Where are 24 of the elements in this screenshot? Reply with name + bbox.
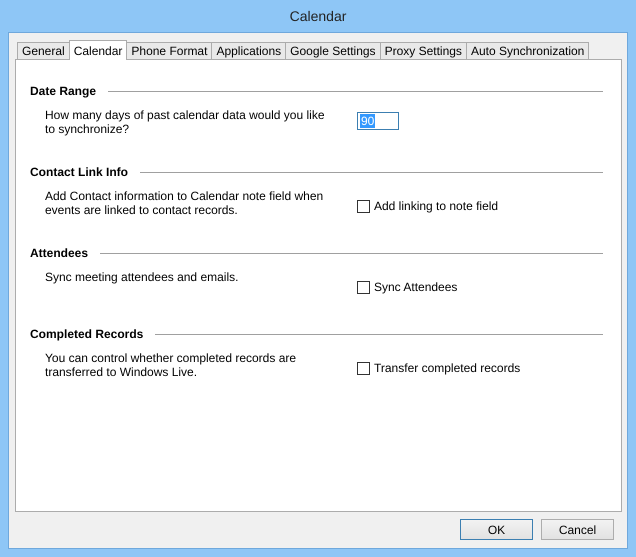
cancel-button[interactable]: Cancel (541, 519, 614, 540)
checkbox-label[interactable]: Add linking to note field (374, 199, 498, 213)
section-description: How many days of past calendar data would you like to synchronize? (45, 108, 326, 136)
tab[interactable]: Proxy Settings (380, 42, 467, 59)
section-description: Add Contact information to Calendar note field when events are linked to contact records. (45, 189, 324, 217)
section-heading: Attendees (30, 246, 88, 260)
tab[interactable]: Google Settings (285, 42, 381, 59)
checkbox-label[interactable]: Transfer completed records (374, 361, 520, 375)
tab[interactable]: Auto Synchronization (466, 42, 590, 59)
section-heading: Completed Records (30, 327, 144, 341)
tab[interactable]: Phone Format (126, 42, 212, 59)
checkbox[interactable] (357, 280, 370, 294)
section-heading: Date Range (30, 84, 96, 98)
ok-button[interactable]: OK (460, 519, 533, 540)
window-title: Calendar (290, 8, 346, 24)
checkbox[interactable] (357, 362, 370, 374)
section-description: Sync meeting attendees and emails. (45, 270, 240, 286)
section-heading: Contact Link Info (30, 165, 128, 179)
tab[interactable]: General (17, 42, 70, 59)
section-description: You can control whether completed records are transferred to Windows Live. (45, 351, 298, 379)
checkbox-label[interactable]: Sync Attendees (374, 280, 458, 294)
tab[interactable]: Calendar (68, 40, 128, 60)
tab[interactable]: Applications (211, 42, 286, 59)
checkbox[interactable] (357, 200, 370, 212)
